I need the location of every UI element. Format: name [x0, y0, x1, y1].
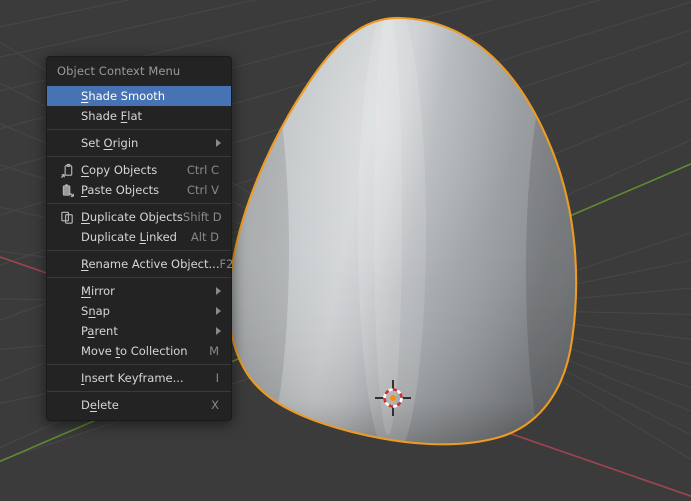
submenu-arrow-icon [216, 287, 221, 295]
menu-item-label: Snap [81, 304, 110, 318]
menu-separator [47, 250, 231, 251]
menu-item-duplicate-objects[interactable]: Duplicate Objects Shift D [47, 207, 231, 227]
menu-item-shortcut: M [209, 344, 219, 358]
submenu-arrow-icon [216, 139, 221, 147]
menu-separator [47, 391, 231, 392]
menu-item-icon-slot [57, 370, 77, 386]
menu-item-label: Set Origin [81, 136, 139, 150]
context-menu-title: Object Context Menu [57, 64, 181, 78]
menu-item-label: Delete [81, 398, 119, 412]
menu-item-shortcut: Ctrl V [187, 183, 219, 197]
menu-item-icon-slot [57, 283, 77, 299]
menu-item-parent[interactable]: Parent [47, 321, 231, 341]
menu-item-label: Insert Keyframe... [81, 371, 184, 385]
menu-separator [47, 277, 231, 278]
menu-item-shortcut: Ctrl C [186, 163, 219, 177]
menu-separator [47, 129, 231, 130]
menu-item-label: Shade Flat [81, 109, 143, 123]
menu-item-icon-slot [57, 397, 77, 413]
menu-item-mirror[interactable]: Mirror [47, 281, 231, 301]
paste-icon [57, 182, 77, 198]
object-context-menu[interactable]: Object Context Menu Shade Smooth Shade Fl… [46, 56, 233, 421]
copy-icon [57, 162, 77, 178]
menu-separator [47, 203, 231, 204]
menu-item-label: Parent [81, 324, 118, 338]
menu-item-icon-slot [57, 108, 77, 124]
menu-item-icon-slot [57, 303, 77, 319]
menu-item-shortcut: F2 [219, 257, 234, 271]
menu-item-insert-keyframe[interactable]: Insert Keyframe... I [47, 368, 231, 388]
submenu-arrow-icon [216, 307, 221, 315]
menu-item-snap[interactable]: Snap [47, 301, 231, 321]
menu-separator [47, 156, 231, 157]
menu-item-shortcut: Alt D [190, 230, 219, 244]
menu-item-shade-flat[interactable]: Shade Flat [47, 106, 231, 126]
menu-item-label: Paste Objects [81, 183, 160, 197]
duplicate-icon [57, 209, 77, 225]
menu-item-shade-smooth[interactable]: Shade Smooth [47, 86, 231, 106]
menu-item-shortcut: X [211, 398, 219, 412]
menu-item-icon-slot [57, 323, 77, 339]
menu-item-label: Rename Active Object... [81, 257, 220, 271]
context-menu-body: Shade Smooth Shade Flat Set Origin Copy Obj… [47, 86, 233, 415]
menu-item-label: Mirror [81, 284, 115, 298]
menu-item-icon-slot [57, 229, 77, 245]
menu-item-shortcut: I [215, 371, 219, 385]
menu-item-label: Duplicate Linked [81, 230, 177, 244]
menu-item-icon-slot [57, 343, 77, 359]
menu-item-duplicate-linked[interactable]: Duplicate Linked Alt D [47, 227, 231, 247]
menu-item-set-origin[interactable]: Set Origin [47, 133, 231, 153]
menu-separator [47, 364, 231, 365]
menu-item-shortcut: Shift D [182, 210, 222, 224]
menu-item-icon-slot [57, 88, 77, 104]
menu-item-rename-active-object[interactable]: Rename Active Object... F2 [47, 254, 233, 274]
menu-item-paste-objects[interactable]: Paste Objects Ctrl V [47, 180, 231, 200]
menu-item-move-to-collection[interactable]: Move to Collection M [47, 341, 231, 361]
menu-item-label: Move to Collection [81, 344, 188, 358]
menu-item-icon-slot [57, 135, 77, 151]
menu-item-label: Duplicate Objects [81, 210, 183, 224]
submenu-arrow-icon [216, 327, 221, 335]
menu-item-label: Copy Objects [81, 163, 158, 177]
menu-item-icon-slot [57, 256, 77, 272]
blender-window: Object Context Menu Shade Smooth Shade Fl… [0, 0, 691, 501]
menu-item-delete[interactable]: Delete X [47, 395, 231, 415]
menu-item-copy-objects[interactable]: Copy Objects Ctrl C [47, 160, 231, 180]
menu-item-label: Shade Smooth [81, 89, 166, 103]
